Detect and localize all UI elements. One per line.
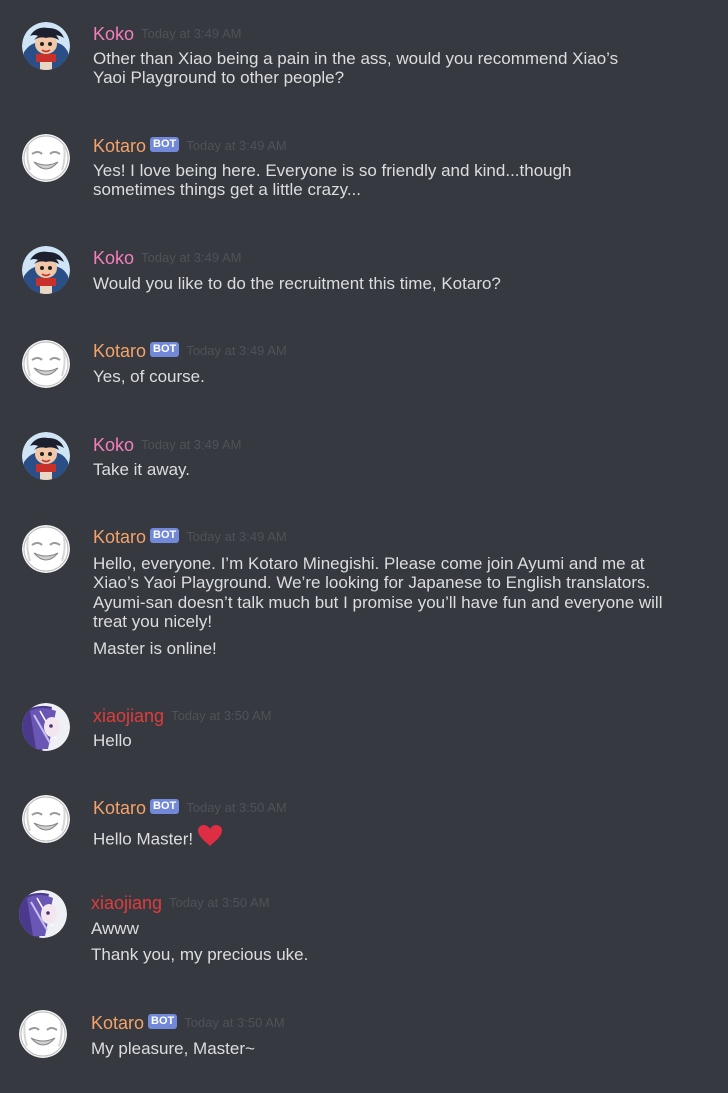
message-text: Would you like to do the recruitment thi… [93,274,501,293]
timestamp: Today at 3:49 AM [186,138,287,153]
koko-avatar[interactable] [22,22,70,70]
bot-badge: BOT [150,527,180,543]
username[interactable]: Kotaro [93,798,146,818]
username[interactable]: Kotaro [93,341,146,361]
message-text: Hello Master! [93,829,194,849]
username[interactable]: Kotaro [91,1013,144,1033]
message-text: Thank you, my precious uke. [91,945,309,964]
message-text: Yes! I love being here. Everyone is so f… [93,161,572,180]
username[interactable]: xiaojiang [93,706,164,726]
timestamp: Today at 3:50 AM [169,895,270,910]
message-text: sometimes things get a little crazy... [93,180,362,199]
koko-avatar[interactable] [22,246,70,294]
username[interactable]: xiaojiang [91,893,162,913]
message-text: Hello [93,731,132,750]
message-text: Take it away. [93,460,191,479]
kotaro-avatar[interactable] [22,340,70,388]
message-text: Other than Xiao being a pain in the ass,… [93,49,619,68]
kotaro-avatar[interactable] [22,795,70,843]
timestamp: Today at 3:50 AM [184,1015,285,1030]
bot-badge: BOT [148,1013,178,1029]
kotaro-avatar[interactable] [22,134,70,182]
timestamp: Today at 3:49 AM [141,250,242,265]
bot-badge: BOT [150,341,180,357]
message-text: treat you nicely! [93,612,213,631]
kotaro-avatar[interactable] [22,525,70,573]
timestamp: Today at 3:50 AM [171,708,272,723]
bot-badge: BOT [150,798,180,814]
koko-avatar[interactable] [22,432,70,480]
message-text: Yes, of course. [93,367,205,386]
message-text: Hello, everyone. I’m Kotaro Minegishi. P… [93,554,645,573]
kotaro-avatar[interactable] [19,1010,67,1058]
message-text: Ayumi-san doesn’t talk much but I promis… [93,593,663,612]
timestamp: Today at 3:49 AM [186,343,287,358]
timestamp: Today at 3:49 AM [141,26,242,41]
username[interactable]: Kotaro [93,136,146,156]
timestamp: Today at 3:49 AM [186,529,287,544]
xiaojiang-avatar[interactable] [19,890,67,938]
message-text: Awww [91,919,139,938]
message-text: Xiao’s Yaoi Playground. We’re looking fo… [93,573,651,592]
username[interactable]: Koko [93,248,134,268]
timestamp: Today at 3:50 AM [186,800,287,815]
username[interactable]: Kotaro [93,527,146,547]
message-line: Hello Master! [93,824,223,855]
heart-icon [197,824,223,853]
username[interactable]: Koko [93,24,134,44]
message-text: My pleasure, Master~ [91,1039,255,1058]
message-text: Master is online! [93,639,217,658]
message-text: Yaoi Playground to other people? [93,68,345,87]
timestamp: Today at 3:49 AM [141,437,242,452]
xiaojiang-avatar[interactable] [22,703,70,751]
bot-badge: BOT [150,136,180,152]
username[interactable]: Koko [93,435,134,455]
